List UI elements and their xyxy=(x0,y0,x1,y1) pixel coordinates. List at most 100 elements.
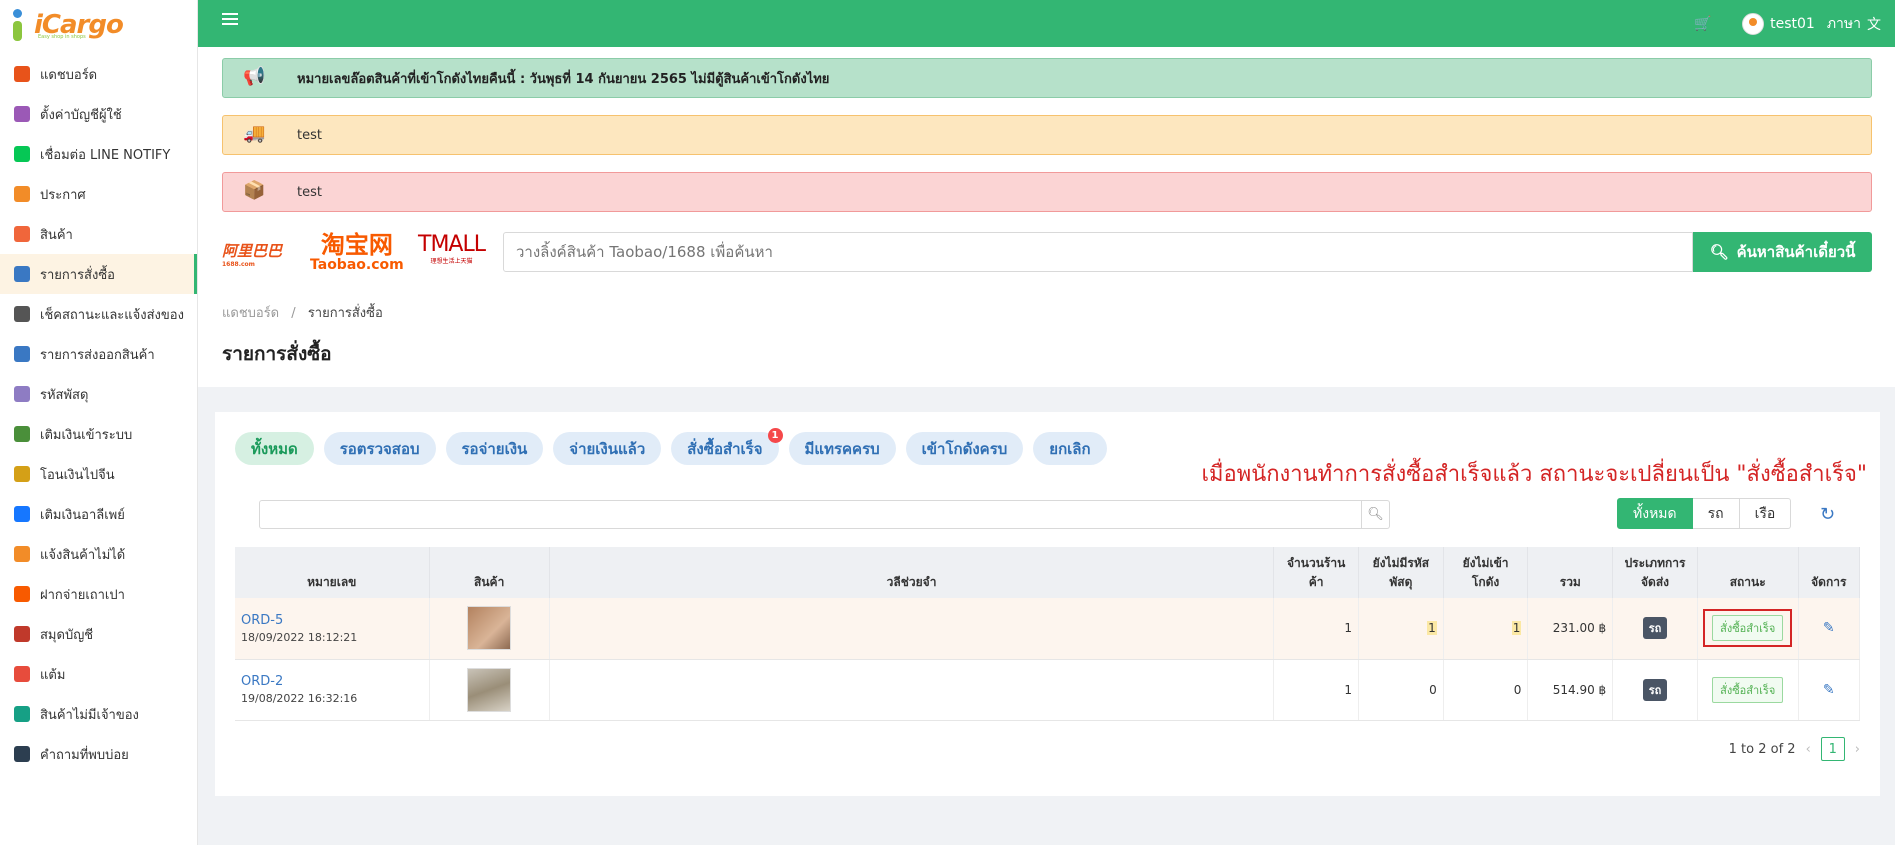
sidebar-item[interactable]: รหัสพัสดุ xyxy=(0,374,197,414)
pagination-summary: 1 to 2 of 2 xyxy=(1728,741,1796,757)
table-row[interactable]: ORD-5 18/09/2022 18:12:21 1 1 1 231.00 ฿รถ สั่… xyxy=(235,598,1861,660)
sidebar-item[interactable]: แดชบอร์ด xyxy=(0,54,197,94)
banner-text: test xyxy=(297,127,322,143)
user-menu[interactable]: test01 xyxy=(1742,12,1815,35)
parcel-code-icon xyxy=(14,386,30,402)
status-tab[interactable]: รอตรวจสอบ xyxy=(323,432,436,465)
col-no-tracking[interactable]: ยังไม่มีรหัสพัสดุ xyxy=(1358,547,1444,598)
next-page-icon[interactable]: › xyxy=(1855,742,1860,757)
sidebar-item[interactable]: โอนเงินไปจีน xyxy=(0,454,197,494)
banner-text: test xyxy=(297,184,322,200)
order-link[interactable]: ORD-5 xyxy=(241,613,423,628)
edit-icon[interactable]: ✎ xyxy=(1823,620,1835,636)
order-link[interactable]: ORD-2 xyxy=(241,674,423,689)
sidebar-item-label: รายการสั่งซื้อ xyxy=(40,267,115,283)
total-cell: 514.90 ฿ xyxy=(1527,659,1614,721)
sidebar: iCargo Easy shop in shops แดชบอร์ดตั้งค่… xyxy=(0,0,198,845)
status-tab[interactable]: ยกเลิก xyxy=(1033,432,1107,465)
not-in-warehouse-cell: 0 xyxy=(1443,659,1529,721)
status-tab[interactable]: ทั้งหมด xyxy=(235,432,314,465)
menu-toggle-icon[interactable] xyxy=(222,13,238,27)
status-tab[interactable]: รอจ่ายเงิน xyxy=(445,432,544,465)
search-icon[interactable]: 🔍︎ xyxy=(1362,500,1390,529)
prev-page-icon[interactable]: ‹ xyxy=(1806,742,1811,757)
filter-all-button[interactable]: ทั้งหมด xyxy=(1617,498,1693,529)
order-list-icon xyxy=(14,266,30,282)
sidebar-item-label: เช็คสถานะและแจ้งส่งของ xyxy=(40,307,184,323)
table-row[interactable]: ORD-2 19/08/2022 16:32:16 1 0 0 514.90 ฿รถ สั่… xyxy=(235,659,1861,721)
logo-1688[interactable]: 阿里巴巴 1688.com xyxy=(222,240,282,268)
page-title: รายการสั่งซื้อ xyxy=(222,343,332,365)
no-tracking-cell: 0 xyxy=(1358,659,1444,721)
avatar xyxy=(1742,12,1765,35)
product-thumbnail[interactable] xyxy=(467,606,512,651)
sidebar-item-label: รหัสพัสดุ xyxy=(40,387,89,403)
refresh-icon[interactable]: ↻ xyxy=(1820,504,1835,525)
product-search-row: 阿里巴巴 1688.com 淘宝网 Taobao.com TMALL 理想生活上… xyxy=(222,232,1872,274)
order-search-input[interactable] xyxy=(259,500,1362,529)
sidebar-item[interactable]: รายการส่งออกสินค้า xyxy=(0,334,197,374)
logo-taobao[interactable]: 淘宝网 Taobao.com xyxy=(310,232,404,272)
breadcrumb: แดชบอร์ด / รายการสั่งซื้อ xyxy=(222,306,383,321)
sidebar-item[interactable]: สินค้า xyxy=(0,214,197,254)
col-shops[interactable]: จำนวนร้านค้า xyxy=(1273,547,1359,598)
sidebar-item[interactable]: เช็คสถานะและแจ้งส่งของ xyxy=(0,294,197,334)
sidebar-item[interactable]: สมุดบัญชี xyxy=(0,614,197,654)
sidebar-item[interactable]: เชื่อมต่อ LINE NOTIFY xyxy=(0,134,197,174)
sidebar-item[interactable]: ตั้งค่าบัญชีผู้ใช้ xyxy=(0,94,197,134)
status-tab[interactable]: มีแทรคครบ xyxy=(788,432,896,465)
sidebar-item-label: ประกาศ xyxy=(40,187,86,203)
edit-icon[interactable]: ✎ xyxy=(1823,682,1835,698)
product-cell xyxy=(429,598,550,660)
filter-ship-button[interactable]: เรือ xyxy=(1739,498,1792,529)
ownerless-icon xyxy=(14,706,30,722)
product-thumbnail[interactable] xyxy=(467,667,512,712)
col-not-in-warehouse[interactable]: ยังไม่เข้าโกดัง xyxy=(1443,547,1529,598)
app-logo[interactable]: iCargo Easy shop in shops xyxy=(0,0,197,50)
ship-type-cell: รถ xyxy=(1612,598,1698,660)
ship-type-badge: รถ xyxy=(1642,678,1668,701)
sidebar-item[interactable]: ฝากจ่ายเถาเปา xyxy=(0,574,197,614)
translate-icon: 文 xyxy=(1867,16,1881,33)
breadcrumb-home[interactable]: แดชบอร์ด xyxy=(222,306,279,321)
announcement-banner-green: 📢 หมายเลขล๊อตสินค้าที่เข้าโกดังไทยคืนนี้… xyxy=(222,58,1872,98)
sidebar-item[interactable]: ประกาศ xyxy=(0,174,197,214)
status-tab[interactable]: เข้าโกดังครบ xyxy=(905,432,1024,465)
col-ship-type: ประเภทการจัดส่ง xyxy=(1612,547,1698,598)
sidebar-item[interactable]: เติมเงินอาลีเพย์ xyxy=(0,494,197,534)
language-switcher[interactable]: ภาษา 文 xyxy=(1827,13,1881,35)
sidebar-item[interactable]: เติมเงินเข้าระบบ xyxy=(0,414,197,454)
faq-icon xyxy=(14,746,30,762)
col-order-no[interactable]: หมายเลข xyxy=(235,547,430,598)
sidebar-item[interactable]: สินค้าไม่มีเจ้าของ xyxy=(0,694,197,734)
status-tab[interactable]: สั่งซื้อสำเร็จ 1 xyxy=(671,428,783,465)
page-number[interactable]: 1 xyxy=(1820,737,1845,761)
sidebar-item[interactable]: คำถามที่พบบ่อย xyxy=(0,734,197,774)
logo-mark-icon xyxy=(10,9,28,41)
not-received-icon xyxy=(14,546,30,562)
sidebar-item-label: เติมเงินอาลีเพย์ xyxy=(40,507,125,523)
product-link-input[interactable] xyxy=(503,232,1693,272)
logo-tmall[interactable]: TMALL 理想生活上天猫 xyxy=(418,234,486,266)
col-total[interactable]: รวม xyxy=(1527,547,1614,598)
sidebar-item[interactable]: รายการสั่งซื้อ xyxy=(0,254,197,294)
status-tab[interactable]: จ่ายเงินแล้ว xyxy=(553,432,662,465)
search-now-button[interactable]: 🔍︎ ค้นหาสินค้าเดี๋ยวนี้ xyxy=(1693,232,1872,272)
sidebar-item[interactable]: แต้ม xyxy=(0,654,197,694)
sidebar-item-label: ฝากจ่ายเถาเปา xyxy=(40,587,125,603)
cart-icon[interactable]: 🛒 xyxy=(1694,16,1712,32)
language-label: ภาษา xyxy=(1826,15,1861,32)
sidebar-item[interactable]: แจ้งสินค้าไม่ได้ xyxy=(0,534,197,574)
filter-truck-button[interactable]: รถ xyxy=(1692,498,1740,529)
sidebar-item-label: สมุดบัญชี xyxy=(40,627,94,643)
points-icon xyxy=(14,666,30,682)
topbar: 🛒 test01 ภาษา 文 xyxy=(198,0,1895,47)
shops-cell: 1 xyxy=(1273,598,1359,660)
tab-count-badge: 1 xyxy=(767,428,783,443)
sidebar-item-label: สินค้า xyxy=(40,227,73,243)
sidebar-item-label: แดชบอร์ด xyxy=(40,67,98,83)
shops-cell: 1 xyxy=(1273,659,1359,721)
col-note: วลีช่วยจำ xyxy=(549,547,1275,598)
breadcrumb-current: รายการสั่งซื้อ xyxy=(307,306,383,321)
order-cell: ORD-5 18/09/2022 18:12:21 xyxy=(235,598,430,660)
